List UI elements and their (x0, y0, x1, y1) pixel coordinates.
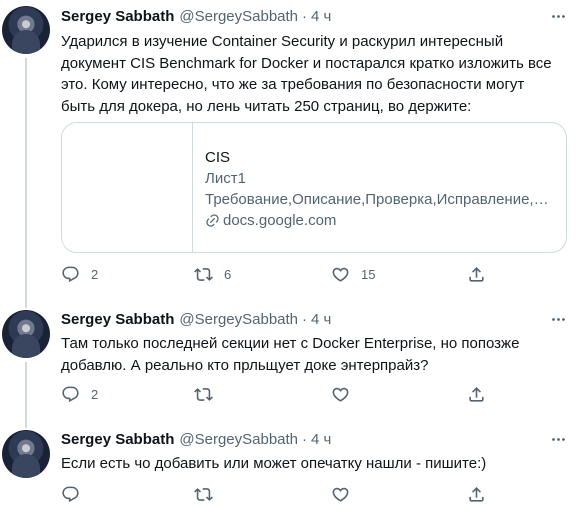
avatar[interactable] (2, 6, 50, 54)
card-thumbnail (62, 123, 193, 252)
heart-icon (331, 265, 350, 284)
link-card[interactable]: CIS Лист1 Требование,Описание,Проверка,И… (61, 122, 567, 253)
like-count: 15 (361, 267, 376, 282)
share-icon (467, 265, 486, 284)
heart-icon (331, 485, 350, 504)
card-domain: docs.google.com (205, 210, 554, 231)
retweet-icon (194, 385, 213, 404)
card-body: CIS Лист1 Требование,Описание,Проверка,И… (193, 123, 566, 252)
more-icon (550, 431, 567, 448)
like-button[interactable]: 15 (331, 265, 375, 284)
tweet[interactable]: Sergey Sabbath @SergeySabbath · 4 ч Там … (0, 296, 583, 416)
tweet-header: Sergey Sabbath @SergeySabbath · 4 ч (61, 6, 331, 26)
share-icon (467, 385, 486, 404)
card-domain-text: docs.google.com (223, 212, 337, 229)
tweet-actions (61, 485, 491, 505)
more-button[interactable] (547, 6, 569, 26)
retweet-icon (194, 485, 213, 504)
author-name[interactable]: Sergey Sabbath (61, 311, 174, 328)
timestamp[interactable]: 4 ч (311, 311, 331, 328)
like-button[interactable] (331, 485, 361, 504)
reply-icon (61, 265, 80, 284)
tweet-actions: 2 6 15 (61, 265, 491, 285)
share-button[interactable] (467, 385, 486, 404)
retweet-icon (194, 265, 213, 284)
retweet-button[interactable] (194, 485, 224, 504)
card-description: Требование,Описание,Проверка,Исправление… (205, 191, 549, 208)
more-button[interactable] (547, 309, 569, 329)
retweet-button[interactable] (194, 385, 224, 404)
card-subtitle: Лист1 (205, 170, 246, 187)
more-icon (550, 311, 567, 328)
link-icon (205, 213, 220, 228)
like-button[interactable] (331, 385, 361, 404)
author-handle[interactable]: @SergeySabbath (179, 431, 298, 448)
thread-line (25, 416, 27, 428)
reply-icon (61, 485, 80, 504)
reply-button[interactable] (61, 485, 91, 504)
card-title: CIS (205, 149, 231, 166)
reply-button[interactable]: 2 (61, 265, 98, 284)
author-name[interactable]: Sergey Sabbath (61, 8, 174, 25)
thread-line (25, 58, 27, 296)
thread-line (25, 362, 27, 416)
separator-dot: · (302, 7, 308, 25)
reply-count: 2 (91, 387, 99, 402)
retweet-button[interactable]: 6 (194, 265, 231, 284)
tweet-header: Sergey Sabbath @SergeySabbath · 4 ч (61, 429, 331, 449)
separator-dot: · (302, 310, 308, 328)
share-icon (467, 485, 486, 504)
share-button[interactable] (467, 485, 486, 504)
reply-button[interactable]: 2 (61, 385, 98, 404)
separator-dot: · (302, 430, 308, 448)
reply-count: 2 (91, 267, 99, 282)
thread-line (25, 296, 27, 308)
heart-icon (331, 385, 350, 404)
tweet-text: Ударился в изучение Container Security и… (61, 33, 552, 115)
tweet-text: Там только последней секции нет с Docker… (61, 335, 520, 374)
avatar[interactable] (2, 430, 50, 478)
tweet[interactable]: Sergey Sabbath @SergeySabbath · 4 ч Если… (0, 416, 583, 507)
tweet-header: Sergey Sabbath @SergeySabbath · 4 ч (61, 309, 331, 329)
more-button[interactable] (547, 429, 569, 449)
author-handle[interactable]: @SergeySabbath (179, 311, 298, 328)
reply-icon (61, 385, 80, 404)
tweet-actions: 2 (61, 385, 491, 405)
avatar[interactable] (2, 310, 50, 358)
tweet-text: Если есть чо добавить или может опечатку… (61, 455, 487, 472)
timestamp[interactable]: 4 ч (311, 8, 331, 25)
timestamp[interactable]: 4 ч (311, 431, 331, 448)
more-icon (550, 8, 567, 25)
tweet[interactable]: Sergey Sabbath @SergeySabbath · 4 ч Удар… (0, 0, 583, 296)
author-handle[interactable]: @SergeySabbath (179, 8, 298, 25)
retweet-count: 6 (224, 267, 232, 282)
author-name[interactable]: Sergey Sabbath (61, 431, 174, 448)
share-button[interactable] (467, 265, 486, 284)
